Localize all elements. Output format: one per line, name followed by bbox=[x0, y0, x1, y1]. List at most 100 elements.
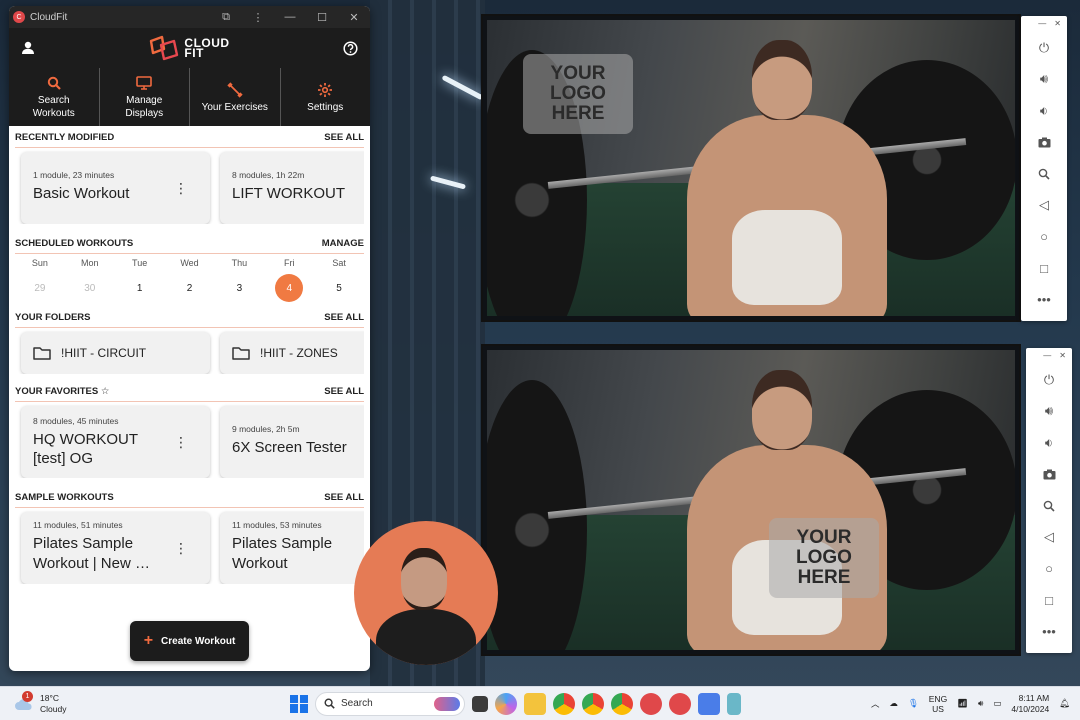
cloudfit-taskbar-icon[interactable] bbox=[669, 692, 691, 715]
wifi-icon[interactable]: 📶︎ bbox=[957, 698, 968, 709]
weather-widget[interactable]: 1 18°C Cloudy bbox=[0, 690, 280, 715]
help-icon[interactable] bbox=[343, 40, 358, 56]
weather-badge: 1 bbox=[22, 690, 33, 702]
see-all-button[interactable]: SEE ALL bbox=[324, 492, 364, 503]
language-indicator[interactable]: ENG US bbox=[929, 694, 947, 714]
windows-start-icon[interactable] bbox=[290, 694, 308, 713]
day-number: 29 bbox=[34, 282, 46, 294]
battery-icon[interactable]: ▭ bbox=[993, 698, 1001, 709]
volume-icon[interactable]: 🔊︎ bbox=[978, 698, 983, 709]
workout-card[interactable]: 8 modules, 1h 22m LIFT WORKOUT bbox=[220, 152, 364, 224]
cloudfit-taskbar-icon[interactable] bbox=[640, 692, 662, 715]
close-button[interactable]: ✕ bbox=[338, 11, 370, 24]
see-all-button[interactable]: SEE ALL bbox=[324, 132, 364, 143]
workout-card[interactable]: 8 modules, 45 minutes HQ WORKOUT [test] O… bbox=[21, 406, 210, 478]
create-workout-button[interactable]: + Create Workout bbox=[130, 621, 249, 661]
overview-icon[interactable]: □ bbox=[1021, 253, 1067, 285]
workout-card[interactable]: 11 modules, 51 minutes Pilates Sample Wor… bbox=[21, 512, 210, 584]
folder-card[interactable]: !HIIT - CIRCUIT bbox=[21, 332, 210, 374]
more-horiz-icon[interactable]: ••• bbox=[1026, 616, 1072, 648]
calendar-day[interactable]: Sat 5 bbox=[314, 258, 364, 302]
taskbar-apps: Search bbox=[290, 691, 741, 716]
workout-card[interactable]: 9 modules, 2h 5m 6X Screen Tester bbox=[220, 406, 364, 478]
card-name: LIFT WORKOUT bbox=[232, 185, 346, 202]
more-vert-icon[interactable]: ⋮ bbox=[174, 434, 188, 451]
card-name-line: Workout bbox=[232, 555, 288, 572]
back-icon[interactable]: ◁ bbox=[1026, 522, 1072, 554]
nav-settings[interactable]: Settings bbox=[281, 68, 371, 126]
calendar-day[interactable]: Tue 1 bbox=[115, 258, 165, 302]
zoom-icon[interactable] bbox=[1026, 490, 1072, 522]
power-icon[interactable]: ⏻ bbox=[1021, 32, 1067, 64]
chrome-profile-icon[interactable] bbox=[582, 692, 604, 715]
home-icon[interactable]: ○ bbox=[1026, 553, 1072, 585]
more-vert-icon[interactable]: ⋮ bbox=[174, 540, 188, 557]
manage-button[interactable]: MANAGE bbox=[322, 238, 364, 249]
emulator-controls-1: — ✕ ⏻ 🔊︎ 🔉︎ ◁ ○ □ ••• bbox=[1021, 16, 1067, 321]
onedrive-icon[interactable]: ☁ bbox=[889, 698, 898, 709]
calendar-day[interactable]: Wed 2 bbox=[165, 258, 215, 302]
nav-search-workouts[interactable]: Search Workouts bbox=[9, 68, 100, 126]
power-icon[interactable]: ⏻ bbox=[1026, 364, 1072, 396]
volume-up-icon[interactable]: 🔊︎ bbox=[1026, 396, 1072, 428]
nav-label: Search Workouts bbox=[32, 95, 75, 119]
clock[interactable]: 8:11 AM 4/10/2024 bbox=[1011, 693, 1049, 715]
clock-date: 4/10/2024 bbox=[1011, 703, 1050, 714]
more-vert-icon[interactable]: ⋮ bbox=[174, 180, 188, 197]
more-vert-icon[interactable]: ⋮ bbox=[242, 11, 274, 24]
extension-icon[interactable]: ⧉ bbox=[210, 11, 242, 24]
clock-time: 8:11 AM bbox=[1018, 692, 1050, 703]
day-of-week: Thu bbox=[231, 258, 248, 268]
calendar-day[interactable]: Mon 30 bbox=[65, 258, 115, 302]
star-outline-icon: ☆ bbox=[100, 386, 110, 397]
copilot-icon[interactable] bbox=[495, 692, 517, 715]
day-number: 30 bbox=[84, 282, 96, 294]
calendar-day[interactable]: Sun 29 bbox=[15, 258, 65, 302]
account-icon[interactable] bbox=[21, 41, 35, 55]
minimize-button[interactable]: — bbox=[1038, 19, 1046, 32]
maximize-button[interactable]: ☐ bbox=[306, 11, 338, 24]
volume-up-icon[interactable]: 🔊︎ bbox=[1021, 64, 1067, 96]
notepad-icon[interactable] bbox=[727, 692, 741, 715]
volume-down-icon[interactable]: 🔉︎ bbox=[1026, 427, 1072, 459]
card-name-line: Pilates Sample bbox=[232, 535, 333, 552]
back-icon[interactable]: ◁ bbox=[1021, 190, 1067, 222]
taskbar-search[interactable]: Search bbox=[315, 691, 465, 716]
see-all-button[interactable]: SEE ALL bbox=[324, 386, 364, 397]
microphone-icon[interactable]: 🎙︎ bbox=[908, 698, 919, 709]
overview-icon[interactable]: □ bbox=[1026, 585, 1072, 617]
weather-temp: 18°C bbox=[40, 692, 59, 703]
folder-card[interactable]: !HIIT - ZONES bbox=[220, 332, 364, 374]
chrome-profile-icon[interactable] bbox=[611, 692, 633, 715]
cloud-icon: 1 bbox=[14, 690, 34, 711]
calendar-day[interactable]: Thu 3 bbox=[214, 258, 264, 302]
close-button[interactable]: ✕ bbox=[1059, 351, 1066, 364]
camera-icon[interactable] bbox=[1026, 459, 1072, 491]
workout-card[interactable]: 11 modules, 53 minutes Pilates Sample Wor… bbox=[220, 512, 364, 584]
home-icon[interactable]: ○ bbox=[1021, 221, 1067, 253]
camera-icon[interactable] bbox=[1021, 127, 1067, 159]
see-all-button[interactable]: SEE ALL bbox=[324, 312, 364, 323]
calendar-day-today[interactable]: Fri 4 bbox=[264, 258, 314, 302]
minimize-button[interactable]: — bbox=[274, 11, 306, 23]
nav-label: Settings bbox=[307, 101, 344, 113]
zoom-icon[interactable] bbox=[1021, 158, 1067, 190]
close-button[interactable]: ✕ bbox=[1054, 19, 1061, 32]
nav-manage-displays[interactable]: Manage Displays bbox=[100, 68, 190, 126]
chevron-up-icon[interactable]: ︿ bbox=[871, 698, 880, 710]
workout-card[interactable]: 1 module, 23 minutes Basic Workout ⋮ bbox=[21, 152, 210, 224]
nav-your-exercises[interactable]: Your Exercises bbox=[190, 68, 281, 126]
emulator-controls-2: — ✕ ⏻ 🔊︎ 🔉︎ ◁ ○ □ ••• bbox=[1026, 348, 1072, 653]
more-horiz-icon[interactable]: ••• bbox=[1021, 284, 1067, 316]
volume-down-icon[interactable]: 🔉︎ bbox=[1021, 95, 1067, 127]
chrome-icon[interactable] bbox=[553, 692, 575, 715]
system-tray: ︿ ☁ 🎙︎ ENG US 📶︎ 🔊︎ ▭ 8:11 AM 4/10/2024 … bbox=[871, 693, 1080, 715]
section-scheduled-workouts: SCHEDULED WORKOUTS MANAGE bbox=[15, 232, 364, 254]
task-view-icon[interactable] bbox=[472, 695, 488, 712]
day-number: 3 bbox=[236, 282, 243, 294]
athlete bbox=[657, 350, 917, 650]
file-explorer-icon[interactable] bbox=[524, 692, 546, 715]
android-studio-icon[interactable] bbox=[698, 692, 720, 715]
notification-bell-icon[interactable]: 🔔︎ bbox=[1059, 698, 1070, 709]
minimize-button[interactable]: — bbox=[1043, 351, 1051, 364]
